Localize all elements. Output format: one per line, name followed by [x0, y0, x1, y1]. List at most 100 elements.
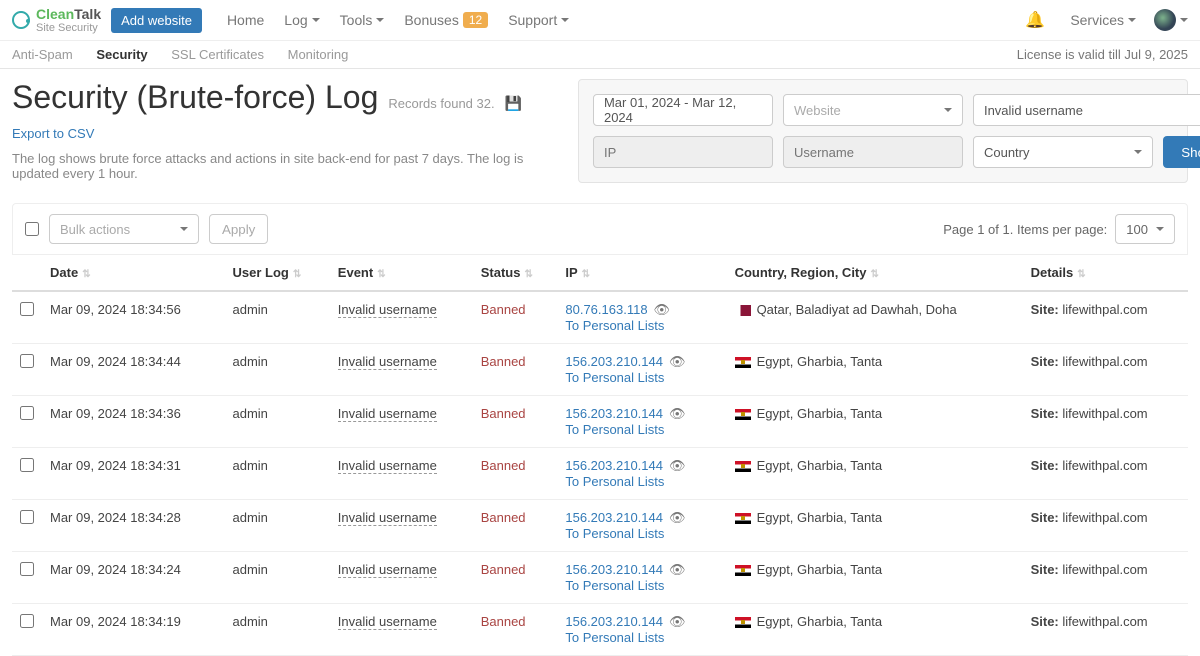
sort-icon: ⇅ — [1077, 269, 1085, 280]
event-text[interactable]: Invalid username — [338, 354, 437, 370]
row-checkbox[interactable] — [20, 458, 34, 472]
personal-lists-link[interactable]: To Personal Lists — [565, 370, 664, 385]
site-label: Site: — [1031, 354, 1059, 369]
caret-down-icon — [1180, 18, 1188, 22]
ip-link[interactable]: 80.76.163.118 — [565, 302, 647, 317]
personal-lists-link[interactable]: To Personal Lists — [565, 422, 664, 437]
ip-link[interactable]: 156.203.210.144 — [565, 406, 663, 421]
row-checkbox[interactable] — [20, 406, 34, 420]
nav-bonuses[interactable]: Bonuses 12 — [404, 12, 488, 28]
col-date[interactable]: Date⇅ — [42, 255, 224, 291]
export-csv-link[interactable]: Export to CSV — [12, 126, 94, 141]
row-checkbox[interactable] — [20, 562, 34, 576]
subnav-ssl[interactable]: SSL Certificates — [171, 47, 264, 62]
brand-sub: Site Security — [36, 22, 101, 34]
per-page-select[interactable]: 100 — [1115, 214, 1175, 244]
eye-icon[interactable]: 👁 — [669, 406, 686, 421]
eye-icon[interactable]: 👁 — [654, 302, 671, 317]
date-range-select[interactable]: Mar 01, 2024 - Mar 12, 2024 — [593, 94, 773, 126]
select-all-checkbox[interactable] — [25, 222, 39, 236]
nav-bonuses-label: Bonuses — [404, 12, 458, 28]
event-select[interactable]: Invalid username — [973, 94, 1200, 126]
col-country[interactable]: Country, Region, City⇅ — [727, 255, 1023, 291]
bonuses-badge: 12 — [463, 12, 488, 28]
event-text[interactable]: Invalid username — [338, 302, 437, 318]
site-label: Site: — [1031, 614, 1059, 629]
cell-ip: 156.203.210.144 👁 To Personal Lists — [557, 344, 726, 396]
cell-details: Site: lifewithpal.com — [1023, 396, 1188, 448]
event-text[interactable]: Invalid username — [338, 510, 437, 526]
ip-input[interactable] — [593, 136, 773, 168]
col-event[interactable]: Event⇅ — [330, 255, 473, 291]
flag-icon — [735, 565, 751, 576]
nav-services[interactable]: Services — [1070, 12, 1136, 28]
cell-ip: 156.203.210.144 👁 To Personal Lists — [557, 500, 726, 552]
cell-user: admin — [224, 604, 329, 656]
col-details[interactable]: Details⇅ — [1023, 255, 1188, 291]
row-checkbox[interactable] — [20, 510, 34, 524]
sort-icon: ⇅ — [377, 269, 385, 280]
personal-lists-link[interactable]: To Personal Lists — [565, 526, 664, 541]
site-label: Site: — [1031, 302, 1059, 317]
apply-button[interactable]: Apply — [209, 214, 268, 244]
subnav-security[interactable]: Security — [96, 47, 147, 62]
personal-lists-link[interactable]: To Personal Lists — [565, 318, 664, 333]
personal-lists-link[interactable]: To Personal Lists — [565, 630, 664, 645]
personal-lists-link[interactable]: To Personal Lists — [565, 474, 664, 489]
event-text[interactable]: Invalid username — [338, 614, 437, 630]
cell-date: Mar 09, 2024 18:34:24 — [42, 552, 224, 604]
nav-log[interactable]: Log — [284, 12, 319, 28]
brand-talk: Talk — [74, 6, 101, 22]
records-found: Records found 32. — [388, 96, 494, 111]
cell-event: Invalid username — [330, 500, 473, 552]
col-status[interactable]: Status⇅ — [473, 255, 558, 291]
row-checkbox[interactable] — [20, 614, 34, 628]
eye-icon[interactable]: 👁 — [669, 510, 686, 525]
website-select[interactable]: Website — [783, 94, 963, 126]
eye-icon[interactable]: 👁 — [669, 562, 686, 577]
nav-home[interactable]: Home — [227, 12, 264, 28]
ip-link[interactable]: 156.203.210.144 — [565, 562, 663, 577]
user-avatar[interactable] — [1154, 9, 1176, 31]
brand-clean: Clean — [36, 6, 74, 22]
caret-down-icon — [1134, 150, 1142, 154]
ip-link[interactable]: 156.203.210.144 — [565, 354, 663, 369]
subnav-antispam[interactable]: Anti-Spam — [12, 47, 73, 62]
row-checkbox[interactable] — [20, 354, 34, 368]
event-text[interactable]: Invalid username — [338, 406, 437, 422]
eye-icon[interactable]: 👁 — [669, 458, 686, 473]
table-row: Mar 09, 2024 18:34:24adminInvalid userna… — [12, 552, 1188, 604]
cell-location: Egypt, Gharbia, Tanta — [727, 396, 1023, 448]
cell-location: Egypt, Gharbia, Tanta — [727, 500, 1023, 552]
country-select[interactable]: Country — [973, 136, 1153, 168]
username-input[interactable] — [783, 136, 963, 168]
sort-icon: ⇅ — [582, 269, 590, 280]
ip-link[interactable]: 156.203.210.144 — [565, 510, 663, 525]
personal-lists-link[interactable]: To Personal Lists — [565, 578, 664, 593]
bulk-actions-select[interactable]: Bulk actions — [49, 214, 199, 244]
cell-details: Site: lifewithpal.com — [1023, 500, 1188, 552]
table-row: Mar 09, 2024 18:34:19admin Invalid userna… — [12, 604, 1188, 656]
notifications-icon[interactable]: 🔔 — [1025, 10, 1045, 30]
ip-link[interactable]: 156.203.210.144 — [565, 458, 663, 473]
event-text[interactable]: Invalid username — [338, 458, 437, 474]
nav-tools[interactable]: Tools — [340, 12, 385, 28]
cell-location: Egypt, Gharbia, Tanta — [727, 552, 1023, 604]
eye-icon[interactable]: 👁 — [669, 614, 686, 629]
subnav-monitoring[interactable]: Monitoring — [288, 47, 349, 62]
col-ip[interactable]: IP⇅ — [557, 255, 726, 291]
nav-support[interactable]: Support — [508, 12, 569, 28]
cell-date: Mar 09, 2024 18:34:31 — [42, 448, 224, 500]
cell-status: Banned — [473, 396, 558, 448]
show-button[interactable]: Show — [1163, 136, 1200, 168]
eye-icon[interactable]: 👁 — [669, 354, 686, 369]
event-text[interactable]: Invalid username — [338, 562, 437, 578]
row-checkbox[interactable] — [20, 302, 34, 316]
brand[interactable]: CleanTalk Site Security — [12, 6, 101, 34]
page-title: Security (Brute-force) Log — [12, 79, 378, 116]
table-toolbar: Bulk actions Apply Page 1 of 1. Items pe… — [12, 203, 1188, 255]
ip-link[interactable]: 156.203.210.144 — [565, 614, 663, 629]
cell-date: Mar 09, 2024 18:34:19 — [42, 604, 224, 656]
col-userlog[interactable]: User Log⇅ — [224, 255, 329, 291]
add-website-button[interactable]: Add website — [111, 8, 202, 33]
